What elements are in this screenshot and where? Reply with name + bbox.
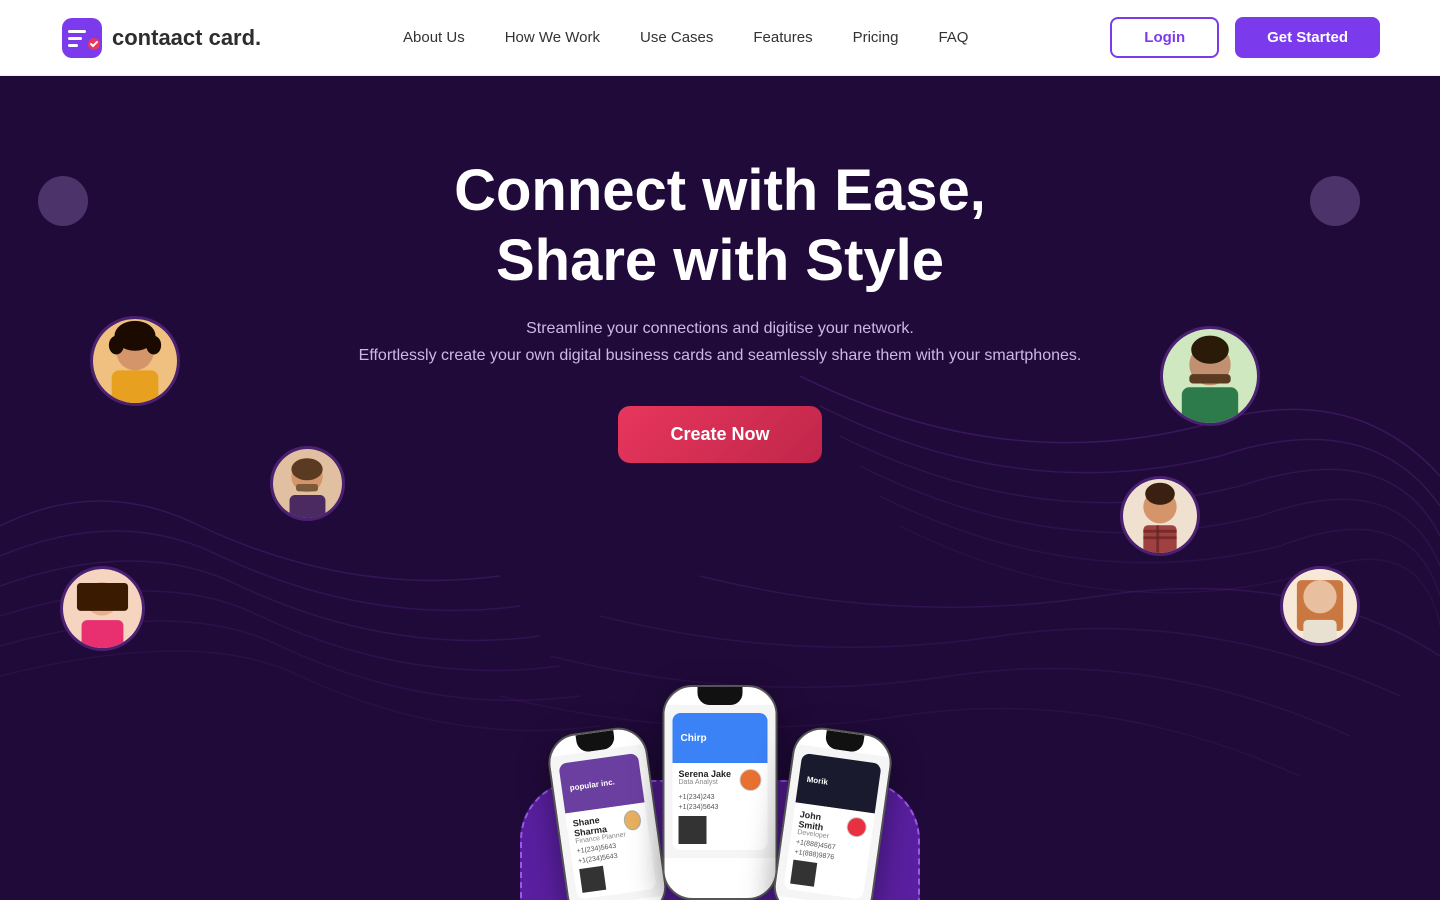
decorative-dot-tr	[1310, 176, 1360, 226]
login-button[interactable]: Login	[1110, 17, 1219, 58]
phone-mockup-left: popular inc. Shane Sharma Finance Planne…	[545, 724, 670, 900]
avatar-person-4	[1160, 326, 1260, 426]
navbar: contaact card. About Us How We Work Use …	[0, 0, 1440, 76]
hero-section: Connect with Ease, Share with Style Stre…	[0, 76, 1440, 900]
get-started-button[interactable]: Get Started	[1235, 17, 1380, 58]
avatar-person-6	[1280, 566, 1360, 646]
phones-container: popular inc. Shane Sharma Finance Planne…	[555, 685, 886, 900]
nav-how-we-work[interactable]: How We Work	[505, 29, 600, 46]
hero-subtitle: Streamline your connections and digitise…	[359, 315, 1082, 369]
avatar-person-5	[1120, 476, 1200, 556]
nav-actions: Login Get Started	[1110, 17, 1380, 58]
nav-about-us[interactable]: About Us	[403, 29, 465, 46]
avatar-person-1	[90, 316, 180, 406]
phone-mockup-right: Morik John Smith Developer +1(888)4567 +…	[770, 724, 895, 900]
hero-title: Connect with Ease, Share with Style	[454, 156, 986, 295]
nav-use-cases[interactable]: Use Cases	[640, 29, 713, 46]
avatar-person-2	[60, 566, 145, 651]
logo[interactable]: contaact card.	[60, 16, 261, 60]
nav-faq[interactable]: FAQ	[938, 29, 968, 46]
create-now-button[interactable]: Create Now	[618, 406, 821, 463]
logo-text: contaact card.	[112, 25, 261, 51]
nav-features[interactable]: Features	[753, 29, 812, 46]
nav-pricing[interactable]: Pricing	[853, 29, 899, 46]
phone-mockup-center: Chirp Serena Jake Data Analyst +1(234)24…	[663, 685, 778, 900]
nav-links: About Us How We Work Use Cases Features …	[403, 29, 968, 47]
decorative-dot-tl	[38, 176, 88, 226]
avatar-person-3	[270, 446, 345, 521]
